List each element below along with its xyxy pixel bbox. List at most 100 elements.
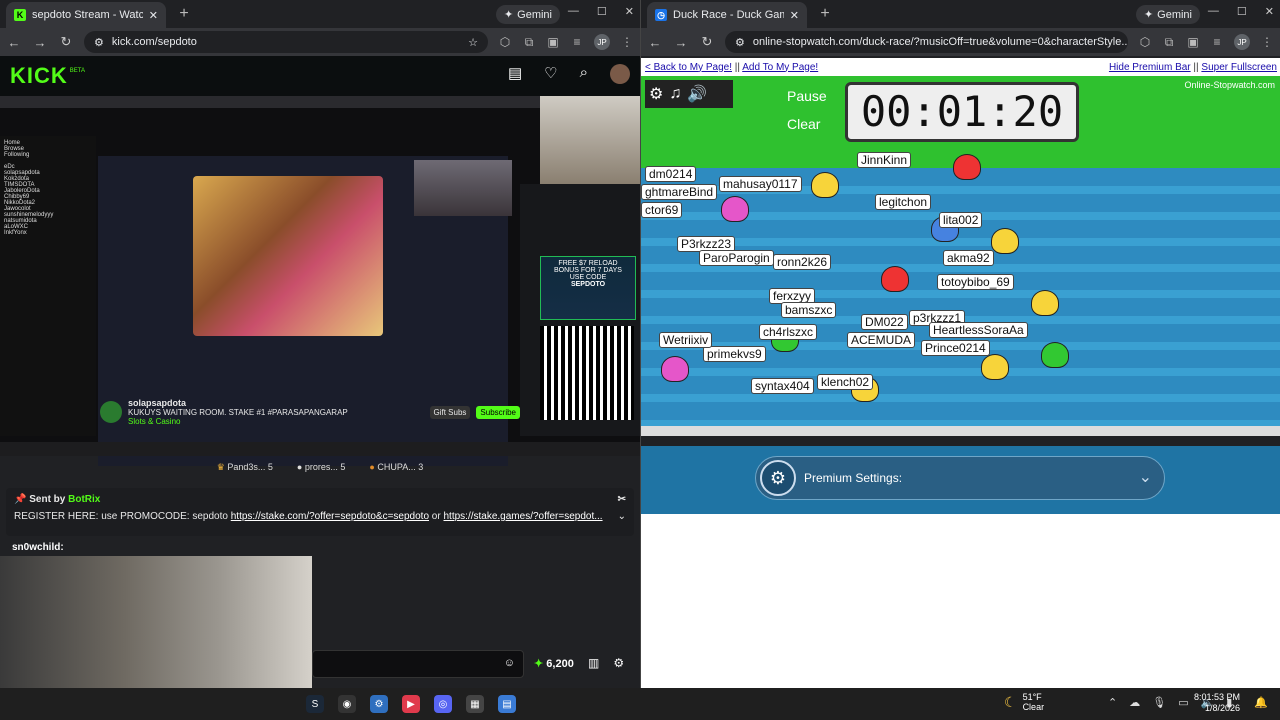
store-icon[interactable]: ▥ [588, 656, 599, 670]
maximize-icon[interactable]: ☐ [1237, 5, 1247, 18]
new-tab-button[interactable]: + [815, 5, 835, 23]
channel-points[interactable]: ✦ 6,200 [534, 657, 574, 670]
subscribe-button[interactable]: Subscribe [476, 405, 520, 419]
stream-video-player[interactable]: Home Browse Following eDc solapsapdota K… [0, 96, 640, 466]
stream-category[interactable]: Slots & Casino [128, 417, 348, 426]
streamer-avatar[interactable] [100, 401, 122, 423]
gemini-button[interactable]: ✦ Gemini [1135, 5, 1200, 24]
sidepanel-icon[interactable]: ▣ [546, 35, 560, 49]
heart-icon[interactable]: ♡ [544, 64, 557, 84]
streamer-name[interactable]: solapsapdota [128, 398, 348, 408]
premium-settings-bar[interactable]: ⚙ Premium Settings: ⌄ [755, 456, 1165, 500]
leader-name: Pand3s... [227, 462, 266, 472]
app-icon[interactable]: ▦ [466, 695, 484, 713]
queue-icon[interactable]: ≡ [570, 35, 584, 49]
unpin-icon[interactable]: ✂ [618, 494, 626, 505]
leader-item[interactable]: ● prores... 5 [297, 462, 346, 473]
puzzle-icon[interactable]: ⧉ [1162, 35, 1176, 50]
notepad-icon[interactable]: ▤ [498, 695, 516, 713]
add-to-my-page-link[interactable]: Add To My Page! [742, 62, 818, 73]
pause-button[interactable]: Pause [787, 88, 827, 104]
taskbar-clock[interactable]: 8:01:53 PM 1/8/2026 [1194, 692, 1240, 714]
duck-name-label: primekvs9 [703, 346, 766, 362]
premium-settings-area: ⚙ Premium Settings: ⌄ [641, 446, 1280, 514]
tab-duck-race[interactable]: ◷ Duck Race - Duck Games ✕ [647, 2, 807, 28]
close-window-icon[interactable]: ✕ [1265, 5, 1274, 18]
tab-kick[interactable]: K sepdoto Stream - Watch Li... ✕ [6, 2, 166, 28]
menu-icon[interactable]: ⋮ [620, 35, 634, 49]
search-icon[interactable]: ⌕ [580, 64, 588, 84]
duck-name-label: lita002 [939, 212, 983, 228]
weather-widget[interactable]: ☾ 51°F Clear [1004, 692, 1044, 712]
address-bar-row: ← → ↻ ⚙ online-stopwatch.com/duck-race/?… [641, 28, 1280, 56]
site-info-icon[interactable]: ⚙ [735, 36, 745, 49]
minimize-icon[interactable]: — [1208, 5, 1219, 18]
cloud-icon[interactable]: ☁ [1129, 696, 1140, 709]
queue-icon[interactable]: ≡ [1210, 35, 1224, 49]
omnibox[interactable]: ⚙ online-stopwatch.com/duck-race/?musicO… [725, 31, 1128, 53]
back-icon[interactable]: ← [647, 35, 663, 50]
chat-input[interactable]: ☺ [312, 650, 524, 678]
maximize-icon[interactable]: ☐ [597, 5, 607, 18]
medal-icon: ● [369, 462, 375, 472]
puzzle-icon[interactable]: ⧉ [522, 35, 536, 50]
profile-avatar[interactable]: JP [1234, 34, 1250, 50]
back-icon[interactable]: ← [6, 35, 22, 50]
extension-icon[interactable]: ⬡ [1138, 35, 1152, 49]
back-to-my-page-link[interactable]: < Back to My Page! [645, 62, 732, 73]
leader-item[interactable]: ♛ Pand3s... 5 [217, 462, 273, 473]
chevron-down-icon[interactable]: ⌄ [1139, 467, 1152, 487]
pinned-link[interactable]: https://stake.com/?offer=sepdoto&c=sepdo… [231, 511, 429, 522]
media-player-icon[interactable]: ▶ [402, 695, 420, 713]
clear-button[interactable]: Clear [787, 116, 820, 132]
reload-icon[interactable]: ↻ [58, 34, 74, 50]
profile-avatar[interactable]: JP [594, 34, 610, 50]
pinned-sender[interactable]: BotRix [68, 494, 100, 505]
music-off-icon[interactable]: ♫ [669, 85, 681, 103]
settings-gear-icon[interactable]: ⚙ [649, 84, 663, 104]
browse-icon[interactable]: ▤ [508, 64, 522, 84]
settings-app-icon[interactable]: ⚙ [370, 695, 388, 713]
sidepanel-icon[interactable]: ▣ [1186, 35, 1200, 49]
gemini-button[interactable]: ✦ Gemini [495, 5, 560, 24]
menu-icon[interactable]: ⋮ [1260, 35, 1274, 49]
clock-date: 1/8/2026 [1204, 703, 1240, 713]
hide-premium-bar-link[interactable]: Hide Premium Bar [1109, 62, 1191, 73]
forward-icon[interactable]: → [32, 35, 48, 50]
duck-name-label: syntax404 [751, 378, 814, 394]
site-info-icon[interactable]: ⚙ [94, 36, 104, 49]
new-tab-button[interactable]: + [174, 5, 194, 23]
discord-icon[interactable]: ◎ [434, 695, 452, 713]
emoji-icon[interactable]: ☺ [504, 657, 515, 669]
forward-icon[interactable]: → [673, 35, 689, 50]
stopwatch-timer: 00:01:20 [845, 82, 1079, 142]
volume-icon[interactable]: 🔊 [687, 84, 707, 104]
close-window-icon[interactable]: ✕ [625, 5, 634, 18]
chevron-up-icon[interactable]: ⌃ [1108, 696, 1117, 709]
leader-item[interactable]: ● CHUPA... 3 [369, 462, 423, 473]
chat-message-user[interactable]: sn0wchild: [12, 542, 64, 553]
mic-icon[interactable]: 🎙 [1152, 696, 1166, 709]
weather-temp: 51°F [1022, 692, 1042, 702]
minimize-icon[interactable]: — [568, 5, 579, 18]
chevron-down-icon[interactable]: ⌄ [618, 511, 626, 522]
steam-icon[interactable]: S [306, 695, 324, 713]
pinned-link[interactable]: https://stake.games/?offer=sepdot... [443, 511, 602, 522]
settings-gear-icon[interactable]: ⚙ [613, 656, 624, 670]
omnibox[interactable]: ⚙ kick.com/sepdoto ☆ [84, 31, 488, 53]
duck-race-canvas[interactable]: ⚙ ♫ 🔊 Pause Clear 00:01:20 Online-Stopwa… [641, 76, 1280, 436]
super-fullscreen-link[interactable]: Super Fullscreen [1201, 62, 1277, 73]
notification-bell-icon[interactable]: 🔔 [1254, 696, 1268, 709]
pin-icon: 📌 [14, 494, 27, 505]
user-avatar[interactable] [610, 64, 630, 84]
extension-icon[interactable]: ⬡ [498, 35, 512, 49]
close-tab-icon[interactable]: ✕ [149, 9, 158, 22]
kick-logo[interactable]: KICK [10, 63, 68, 89]
duck-name-label: Wetriixiv [659, 332, 713, 348]
close-tab-icon[interactable]: ✕ [790, 9, 799, 22]
obs-icon[interactable]: ◉ [338, 695, 356, 713]
network-icon[interactable]: ▭ [1178, 696, 1188, 709]
reload-icon[interactable]: ↻ [699, 34, 715, 50]
bookmark-star-icon[interactable]: ☆ [468, 36, 478, 49]
gift-subs-button[interactable]: Gift Subs [429, 405, 471, 419]
